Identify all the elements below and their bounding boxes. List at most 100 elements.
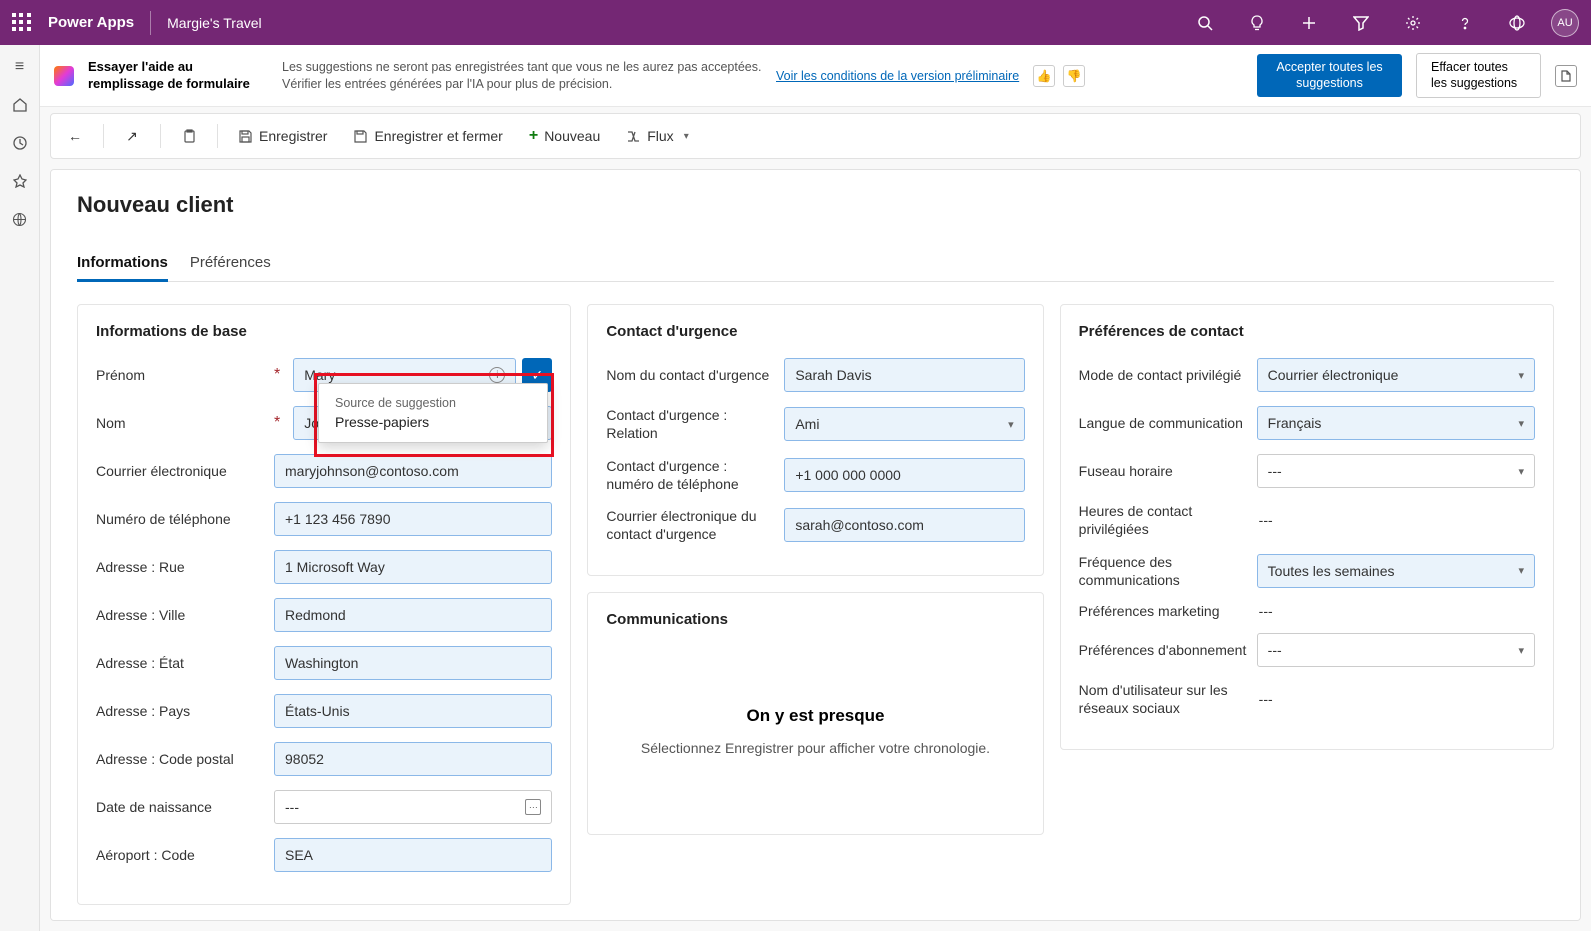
form-page: Nouveau client Informations Préférences …: [50, 169, 1581, 921]
accept-all-button[interactable]: Accepter toutes les suggestions: [1257, 54, 1402, 97]
airport-input[interactable]: SEA: [274, 838, 552, 872]
emerg-email-label: Courrier électronique du contact d'urgen…: [606, 507, 774, 543]
pref-freq-select[interactable]: Toutes les semaines▾: [1257, 554, 1535, 588]
add-icon[interactable]: [1291, 5, 1327, 41]
menu-icon[interactable]: ≡: [8, 55, 32, 79]
chevron-down-icon: ▾: [1518, 369, 1524, 382]
user-avatar[interactable]: AU: [1551, 9, 1579, 37]
home-icon[interactable]: [8, 93, 32, 117]
email-label: Courrier électronique: [96, 463, 264, 479]
pref-tz-select[interactable]: ---▾: [1257, 454, 1535, 488]
basic-info-section: Informations de base Prénom * Maryi ✓ So…: [77, 304, 571, 905]
suggestion-source-tooltip: Source de suggestion Presse-papiers: [318, 383, 548, 443]
tooltip-label: Source de suggestion: [335, 396, 531, 410]
info-icon[interactable]: i: [489, 367, 505, 383]
tab-informations[interactable]: Informations: [77, 246, 168, 282]
emerg-rel-label: Contact d'urgence : Relation: [606, 406, 774, 442]
globe-icon[interactable]: [8, 207, 32, 231]
search-icon[interactable]: [1187, 5, 1223, 41]
pref-social-value: ---: [1257, 691, 1273, 707]
tooltip-value: Presse-papiers: [335, 414, 531, 430]
phone-input[interactable]: +1 123 456 7890: [274, 502, 552, 536]
emerg-email-input[interactable]: sarah@contoso.com: [784, 508, 1024, 542]
recent-icon[interactable]: [8, 131, 32, 155]
dob-input[interactable]: ---⋯: [274, 790, 552, 824]
chevron-down-icon: ▾: [1518, 644, 1524, 657]
dob-label: Date de naissance: [96, 799, 264, 815]
pref-sub-select[interactable]: ---▾: [1257, 633, 1535, 667]
pinned-icon[interactable]: [8, 169, 32, 193]
page-title: Nouveau client: [77, 192, 1554, 218]
clear-all-button[interactable]: Effacer toutes les suggestions: [1416, 53, 1541, 98]
section-header: Communications: [606, 611, 1024, 628]
filter-icon[interactable]: [1343, 5, 1379, 41]
country-input[interactable]: États-Unis: [274, 694, 552, 728]
tab-preferences[interactable]: Préférences: [190, 246, 271, 281]
emerg-rel-select[interactable]: Ami▾: [784, 407, 1024, 441]
street-input[interactable]: 1 Microsoft Way: [274, 550, 552, 584]
emerg-name-label: Nom du contact d'urgence: [606, 367, 774, 383]
thumbs-down-icon[interactable]: 👎: [1063, 65, 1085, 87]
state-label: Adresse : État: [96, 655, 264, 671]
chevron-down-icon: ▾: [1518, 417, 1524, 430]
pref-lang-label: Langue de communication: [1079, 415, 1247, 431]
section-header: Informations de base: [96, 323, 552, 340]
thumbs-up-icon[interactable]: 👍: [1033, 65, 1055, 87]
phone-label: Numéro de téléphone: [96, 511, 264, 527]
pref-lang-select[interactable]: Français▾: [1257, 406, 1535, 440]
brand-label: Power Apps: [48, 14, 134, 31]
save-close-button[interactable]: Enregistrer et fermer: [347, 124, 508, 148]
ai-suggestion-bar: Essayer l'aide au remplissage de formula…: [40, 45, 1591, 107]
assistant-icon[interactable]: [1499, 5, 1535, 41]
pref-social-label: Nom d'utilisateur sur les réseaux sociau…: [1079, 681, 1247, 717]
pref-mkt-value: ---: [1257, 603, 1273, 619]
emergency-contact-section: Contact d'urgence Nom du contact d'urgen…: [587, 304, 1043, 576]
airport-label: Aéroport : Code: [96, 847, 264, 863]
pref-mode-label: Mode de contact privilégié: [1079, 367, 1247, 383]
pref-mkt-label: Préférences marketing: [1079, 603, 1247, 619]
zip-input[interactable]: 98052: [274, 742, 552, 776]
back-button[interactable]: ←: [61, 124, 89, 148]
chevron-down-icon: ▾: [1008, 418, 1014, 431]
command-bar: ← ↗ Enregistrer Enregistrer et fermer +N…: [50, 113, 1581, 159]
emerg-phone-input[interactable]: +1 000 000 0000: [784, 458, 1024, 492]
pref-hours-label: Heures de contact privilégiées: [1079, 502, 1247, 538]
emerg-phone-label: Contact d'urgence : numéro de téléphone: [606, 457, 774, 493]
zip-label: Adresse : Code postal: [96, 751, 264, 767]
divider: [150, 11, 151, 35]
top-app-bar: Power Apps Margie's Travel AU: [0, 0, 1591, 45]
calendar-icon[interactable]: ⋯: [525, 799, 541, 815]
emerg-name-input[interactable]: Sarah Davis: [784, 358, 1024, 392]
help-icon[interactable]: [1447, 5, 1483, 41]
ai-terms-link[interactable]: Voir les conditions de la version prélim…: [776, 68, 1019, 84]
flow-button[interactable]: Flux▾: [620, 124, 694, 148]
app-launcher-icon[interactable]: [12, 13, 32, 33]
ai-bar-title: Essayer l'aide au remplissage de formula…: [88, 59, 268, 92]
required-indicator: *: [274, 414, 280, 432]
section-header: Préférences de contact: [1079, 323, 1535, 340]
pref-mode-select[interactable]: Courrier électronique▾: [1257, 358, 1535, 392]
city-input[interactable]: Redmond: [274, 598, 552, 632]
pref-tz-label: Fuseau horaire: [1079, 463, 1247, 479]
chevron-down-icon: ▾: [1518, 465, 1524, 478]
email-input[interactable]: maryjohnson@contoso.com: [274, 454, 552, 488]
lastname-label: Nom: [96, 415, 264, 431]
feedback-buttons: 👍 👎: [1033, 65, 1085, 87]
timeline-empty-text: Sélectionnez Enregistrer pour afficher v…: [626, 740, 1004, 756]
ai-bar-description: Les suggestions ne seront pas enregistré…: [282, 59, 762, 92]
pref-hours-value: ---: [1257, 512, 1273, 528]
environment-name[interactable]: Margie's Travel: [167, 15, 261, 31]
timeline-empty-title: On y est presque: [626, 706, 1004, 726]
copilot-toggle-icon[interactable]: [1555, 65, 1577, 87]
chevron-down-icon: ▾: [1518, 564, 1524, 577]
tabs: Informations Préférences: [77, 246, 1554, 282]
new-button[interactable]: +Nouveau: [523, 123, 606, 149]
open-new-icon[interactable]: ↗: [118, 124, 146, 149]
idea-icon[interactable]: [1239, 5, 1275, 41]
save-button[interactable]: Enregistrer: [232, 124, 333, 148]
clipboard-icon[interactable]: [175, 125, 203, 148]
state-input[interactable]: Washington: [274, 646, 552, 680]
country-label: Adresse : Pays: [96, 703, 264, 719]
pref-sub-label: Préférences d'abonnement: [1079, 642, 1247, 658]
settings-icon[interactable]: [1395, 5, 1431, 41]
